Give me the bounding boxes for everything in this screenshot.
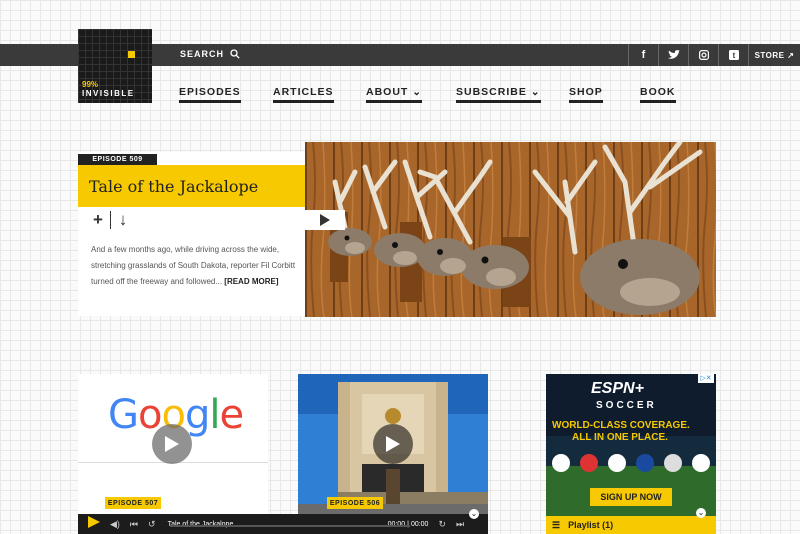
nav-item-book[interactable]: BOOK	[640, 86, 676, 103]
card-506-episode-badge: EPISODE 506	[327, 497, 383, 509]
ad-cta-button[interactable]: SIGN UP NOW	[590, 488, 672, 506]
ad-sport: SOCCER	[596, 400, 657, 411]
card-507-episode-badge: EPISODE 507	[105, 497, 161, 509]
logo-text-top: 99%	[82, 80, 99, 89]
playlist-expand-icon[interactable]: ⌄	[696, 508, 706, 518]
ad-brand: ESPN+	[591, 380, 644, 397]
external-arrow-icon: ↗	[787, 50, 795, 60]
site-logo[interactable]: 99% INVISIBLE	[78, 29, 152, 103]
play-icon	[320, 214, 330, 226]
forward-icon[interactable]: ↻	[438, 519, 446, 530]
nav-about-label: ABOUT	[366, 86, 409, 98]
card-507-play-button[interactable]	[152, 424, 192, 464]
playlist-bar[interactable]: ☰ Playlist (1)	[546, 516, 716, 534]
volume-icon[interactable]: ◀)	[110, 519, 120, 530]
playlist-label: Playlist (1)	[568, 520, 614, 530]
ad-headline-1: WORLD-CLASS COVERAGE.	[552, 420, 690, 431]
ad-headline-2: ALL IN ONE PLACE.	[572, 432, 668, 443]
play-icon[interactable]	[88, 515, 100, 533]
nav-item-shop[interactable]: SHOP	[569, 86, 603, 103]
replay-icon[interactable]: ↺	[148, 519, 156, 530]
tumblr-icon[interactable]: t	[718, 44, 748, 66]
svg-text:t: t	[732, 51, 735, 60]
chevron-down-icon: ⌄	[530, 86, 541, 98]
espn-ad[interactable]: ESPN+ SOCCER WORLD-CLASS COVERAGE. ALL I…	[546, 374, 716, 534]
download-icon[interactable]: ↓	[111, 209, 135, 231]
nav-subscribe-label: SUBSCRIBE	[456, 86, 527, 98]
skip-forward-icon[interactable]: ⏭	[456, 519, 464, 530]
nav-item-episodes[interactable]: EPISODES	[179, 86, 241, 103]
logo-dot	[128, 51, 135, 58]
skip-back-icon[interactable]: ⏮	[130, 519, 138, 530]
store-link[interactable]: STORE ↗	[748, 44, 800, 66]
audio-player: ◀) ⏮ ↺ Tale of the Jackalope 00:00 | 00:…	[78, 514, 488, 534]
ad-team-logos	[552, 454, 710, 476]
player-time-total: 00:00	[410, 520, 429, 528]
featured-excerpt: And a few months ago, while driving acro…	[91, 242, 296, 290]
featured-actions: + ↓	[86, 209, 135, 231]
play-icon	[165, 436, 179, 452]
instagram-icon[interactable]	[688, 44, 718, 66]
store-label: STORE	[754, 50, 785, 60]
list-icon: ☰	[552, 519, 561, 530]
featured-hero-image[interactable]	[305, 142, 716, 317]
search-button[interactable]: SEARCH	[180, 49, 240, 59]
twitter-icon[interactable]	[658, 44, 688, 66]
add-to-playlist-icon[interactable]: +	[86, 209, 110, 231]
featured-episode-badge: EPISODE 509	[78, 154, 157, 165]
social-links: f t STORE ↗	[628, 44, 800, 66]
logo-text-bottom: INVISIBLE	[82, 89, 135, 98]
featured-play-button[interactable]	[305, 210, 345, 230]
nav-item-articles[interactable]: ARTICLES	[273, 86, 334, 103]
ad-choices-icon[interactable]: ▷✕	[698, 374, 714, 383]
facebook-icon[interactable]: f	[628, 44, 658, 66]
featured-title[interactable]: Tale of the Jackalope	[89, 177, 258, 196]
nav-item-subscribe[interactable]: SUBSCRIBE ⌄	[456, 86, 541, 103]
play-icon	[386, 436, 400, 452]
player-collapse-icon[interactable]: ⌄	[469, 509, 479, 519]
search-icon	[230, 49, 240, 59]
player-progress[interactable]	[170, 525, 410, 527]
chevron-down-icon: ⌄	[412, 86, 423, 98]
nav-item-about[interactable]: ABOUT ⌄	[366, 86, 423, 103]
read-more-link[interactable]: [READ MORE]	[224, 277, 278, 286]
card-506-play-button[interactable]	[373, 424, 413, 464]
search-label: SEARCH	[180, 49, 225, 59]
